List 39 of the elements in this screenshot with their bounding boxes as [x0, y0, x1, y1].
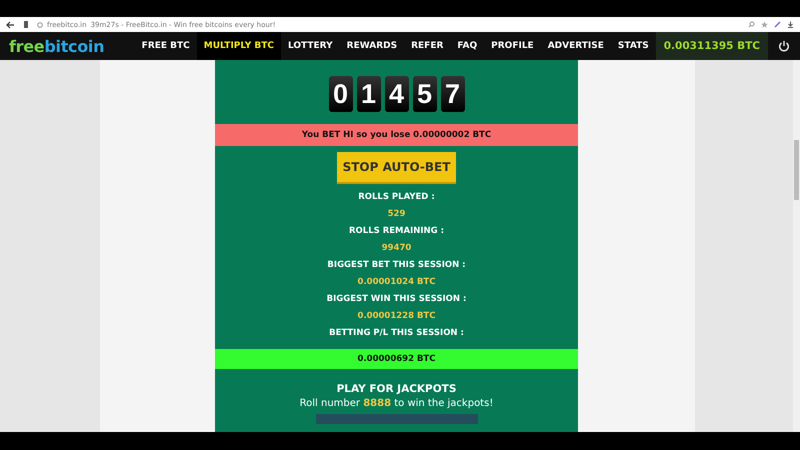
roll-digit: 5	[412, 76, 436, 112]
roll-digit: 4	[384, 76, 408, 112]
stat-value: 0.00001024 BTC	[356, 276, 436, 289]
nav-tab[interactable]: ADVERTISE	[540, 32, 611, 60]
stat-label: BIGGEST WIN THIS SESSION :	[326, 293, 468, 306]
nav-tab[interactable]: MULTIPLY BTC	[196, 32, 281, 60]
jackpot-title: PLAY FOR JACKPOTS	[336, 383, 458, 395]
nav-tab[interactable]: STATS	[610, 32, 656, 60]
power-icon[interactable]	[778, 40, 790, 52]
page-icon	[37, 22, 43, 28]
nav-tab[interactable]: PROFILE	[484, 32, 541, 60]
stat-label: ROLLS REMAINING :	[348, 225, 445, 238]
profit-banner: 0.00000692 BTC	[215, 349, 578, 369]
search-icon[interactable]	[748, 21, 755, 28]
stat-value: 99470	[380, 242, 412, 255]
extension-icon[interactable]	[23, 20, 29, 29]
download-icon[interactable]	[787, 21, 794, 28]
stop-auto-bet-button[interactable]: STOP AUTO-BET	[336, 152, 456, 184]
nav-tab[interactable]: REWARDS	[340, 32, 404, 60]
stat-value: 0.00001228 BTC	[356, 310, 436, 323]
roll-digit: 1	[356, 76, 380, 112]
nav-tab[interactable]: REFER	[404, 32, 450, 60]
stat-label: BETTING P/L THIS SESSION :	[328, 327, 465, 340]
balance-display: 0.00311395 BTC	[656, 32, 768, 60]
back-icon[interactable]	[6, 20, 15, 28]
nav-tab[interactable]: FREE BTC	[134, 32, 197, 60]
nav-tab[interactable]: FAQ	[450, 32, 484, 60]
roll-digit: 7	[440, 76, 464, 112]
stat-label: BIGGEST BET THIS SESSION :	[326, 259, 467, 272]
stat-label: ROLLS PLAYED :	[357, 191, 436, 204]
stat-value: 529	[386, 208, 406, 221]
result-banner: You BET HI so you lose 0.00000002 BTC	[215, 124, 578, 146]
nav-tab[interactable]: LOTTERY	[280, 32, 340, 60]
site-logo[interactable]: freebitcoin	[0, 32, 135, 60]
roll-digit: 0	[328, 76, 352, 112]
star-icon[interactable]	[761, 21, 768, 28]
scrollbar-thumb[interactable]	[794, 140, 799, 200]
jackpot-text: Roll number 8888 to win the jackpots!	[298, 398, 494, 409]
pen-icon[interactable]	[774, 21, 781, 28]
